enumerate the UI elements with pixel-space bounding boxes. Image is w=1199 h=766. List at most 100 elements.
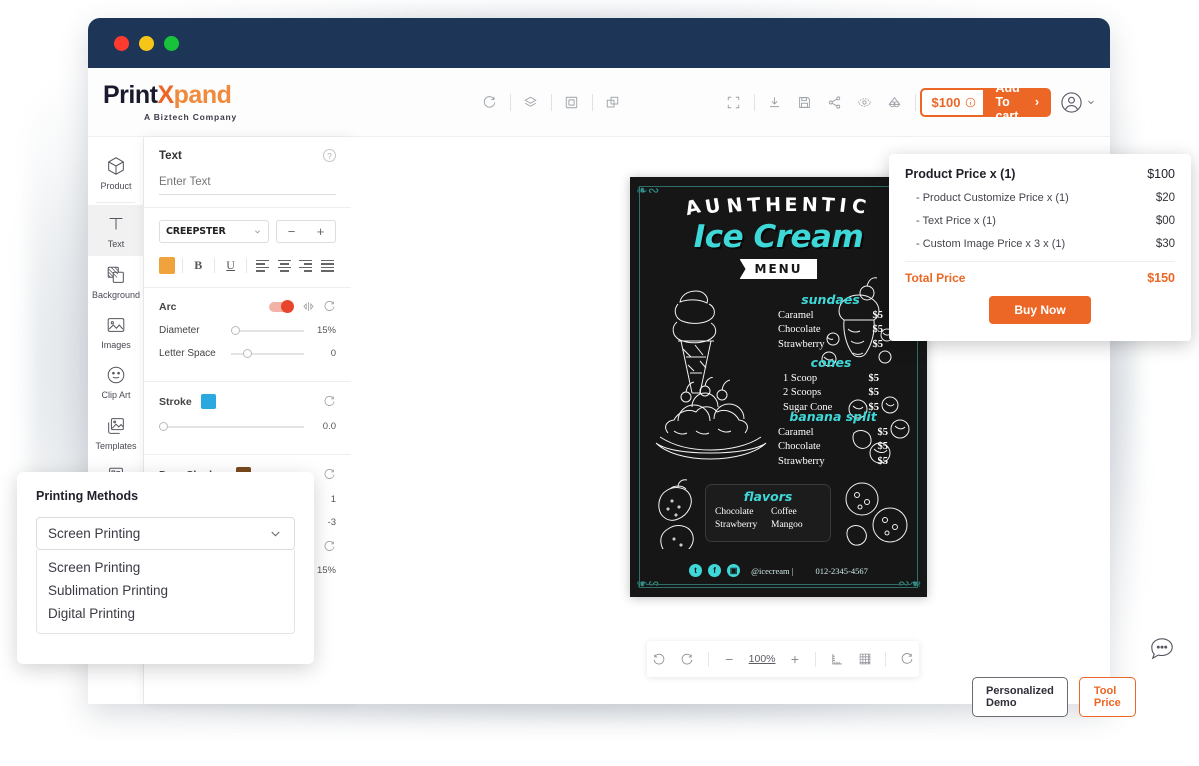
arc-toggle[interactable] [269,299,294,313]
drop-shadow-blur-reset-icon[interactable] [323,540,336,553]
text-color-swatch[interactable] [159,257,175,274]
letter-space-slider[interactable] [231,348,304,358]
banana-split-section[interactable]: banana split Caramel $5 Chocolate $5 Straw… [778,409,888,469]
font-size-stepper[interactable]: − + [276,220,336,243]
add-to-cart-label: Add To cart [995,81,1020,123]
redo-icon[interactable] [675,646,700,672]
avatar-icon [1060,91,1083,114]
drop-shadow-reset-icon[interactable] [323,468,336,481]
bold-button[interactable]: B [190,256,207,275]
sundaes-section[interactable]: sundaes Caramel $5 Chocolate $5 Strawberry… [778,292,883,352]
arc-reset-icon[interactable] [323,300,336,313]
diameter-slider[interactable] [231,325,304,335]
chat-bubble-icon[interactable] [1148,636,1176,662]
font-family-select[interactable]: CREEPSTER [159,220,269,243]
user-menu[interactable] [1060,91,1096,114]
save-icon[interactable] [791,88,819,116]
price-row-label: Product Price x (1) [905,167,1016,181]
sidebar-item-background[interactable]: Background [88,256,144,306]
printing-method-option[interactable]: Screen Printing [37,556,294,579]
personalized-demo-button[interactable]: Personalized Demo [972,677,1068,717]
sidebar-item-text[interactable]: Text [88,205,144,256]
printing-method-option[interactable]: Digital Printing [37,602,294,625]
grid-icon[interactable] [852,646,877,672]
sidebar-item-clip-art[interactable]: Clip Art [88,356,144,406]
help-icon[interactable]: ? [323,149,336,162]
price-badge[interactable]: $100 [919,87,989,117]
design-menu-ribbon[interactable]: MENU [739,259,818,279]
text-input[interactable] [159,176,336,195]
stroke-reset-icon[interactable] [323,395,336,408]
drop-shadow-value-3: 15% [316,565,336,576]
chevron-down-icon [1086,97,1096,107]
printing-methods-title: Printing Methods [36,489,139,503]
underline-button[interactable]: U [222,256,239,275]
share-icon[interactable] [821,88,849,116]
total-price-value: $150 [1147,271,1175,285]
download-icon[interactable] [761,88,789,116]
design-artboard[interactable]: ❧∾ ❧∾ ❧∾ ❧∾ AUNTHENTIC Ice Cream MENU [630,177,927,597]
price-row-label: - Product Customize Price x (1) [916,192,1069,204]
chevron-down-icon [253,227,262,236]
zoom-level-value[interactable]: 100% [745,653,780,665]
printing-method-option[interactable]: Sublimation Printing [37,579,294,602]
stroke-width-row: 0.0 [159,421,336,432]
logo-x-text: X [157,80,174,109]
item-name: Chocolate [778,324,821,336]
sidebar-item-product[interactable]: Product [88,147,144,197]
fullscreen-icon[interactable] [720,88,748,116]
tool-price-button[interactable]: Tool Price [1078,677,1136,717]
flip-arc-icon[interactable] [302,300,315,313]
stroke-slider[interactable] [159,421,304,431]
drop-shadow-value-2: -3 [327,517,336,528]
copy-icon[interactable] [558,88,586,116]
preview-icon[interactable] [851,88,879,116]
price-row-value: $20 [1155,192,1175,204]
stroke-color-swatch[interactable] [200,394,216,409]
banana-split-illustration [655,377,767,460]
minimize-traffic-light[interactable] [139,35,154,51]
layers-icon[interactable] [517,88,545,116]
panel-title: Text [159,149,182,162]
reset-icon[interactable] [476,88,504,116]
align-right-button[interactable] [297,256,314,275]
zoom-out-button[interactable]: − [717,646,742,672]
align-justify-button[interactable] [319,256,336,275]
zoom-divider [885,651,887,667]
facebook-icon[interactable]: f [708,564,722,577]
twitter-icon[interactable]: t [689,564,703,577]
instagram-icon[interactable]: ▣ [727,564,741,577]
duplicate-icon[interactable] [599,88,627,116]
item-price: $5 [877,427,889,438]
align-left-button[interactable] [254,256,271,275]
align-right-icon [299,259,313,272]
add-to-cart-button[interactable]: Add To cart › [983,81,1051,123]
flavor-item: Chocolate [715,507,754,517]
undo-icon[interactable] [647,646,672,672]
price-row-label: - Text Price x (1) [916,215,996,227]
align-center-button[interactable] [276,256,293,275]
threed-view-icon[interactable] [881,88,909,116]
zoom-in-button[interactable]: + [783,646,808,672]
sidebar-item-images[interactable]: Images [88,306,144,356]
app-logo[interactable]: PrintXpand A Biztech Company [103,80,311,122]
sidebar-item-label: Images [101,340,131,351]
menu-row: 1 Scoop $5 [783,372,879,386]
toolbar-divider [753,93,755,111]
close-traffic-light[interactable] [114,35,129,51]
design-subtitle[interactable]: Ice Cream [630,219,927,255]
sidebar-item-label: Clip Art [101,390,131,401]
font-size-decrease[interactable]: − [288,224,296,239]
cones-section[interactable]: cones 1 Scoop $5 2 Scoops $5 Sugar Cone $5 [783,355,879,415]
sidebar-item-templates[interactable]: Templates [88,407,144,457]
info-icon[interactable] [965,97,976,108]
canvas-reset-icon[interactable] [894,646,919,672]
ruler-icon[interactable] [824,646,849,672]
flavors-box[interactable]: flavors Chocolate Coffee Strawberry Mang… [705,484,831,542]
logo-print-text: Print [103,80,158,109]
maximize-traffic-light[interactable] [164,35,179,51]
buy-now-button[interactable]: Buy Now [989,296,1091,324]
toolbar-divider [914,93,916,111]
font-size-increase[interactable]: + [317,224,325,239]
printing-method-select[interactable]: Screen Printing [36,517,295,550]
